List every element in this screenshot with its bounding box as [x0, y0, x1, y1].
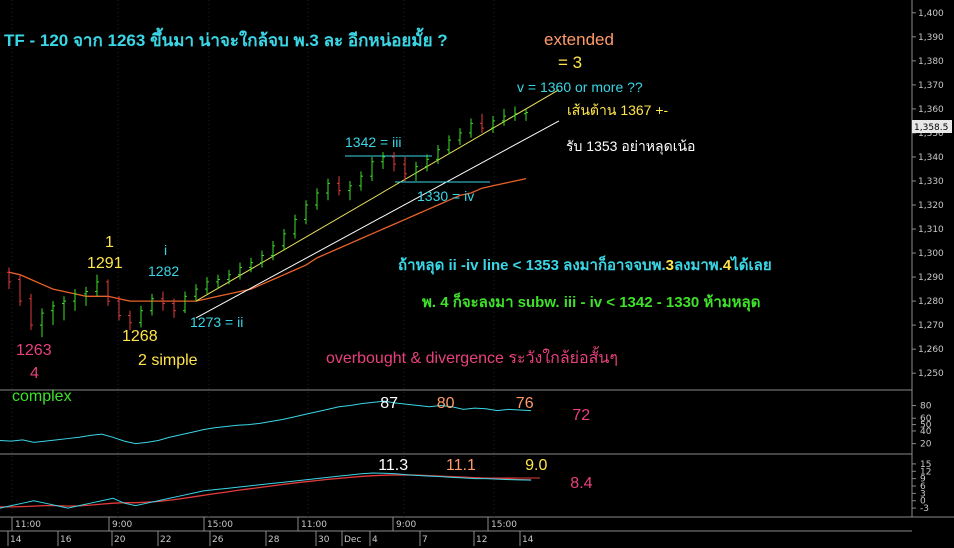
note-ii-iv-part-c: ลงมาพ. — [673, 257, 723, 274]
price-tick-label: 1,250 — [918, 369, 944, 379]
price-tick-label: 1,280 — [918, 297, 944, 307]
ind1-value-label: 80 — [437, 395, 455, 412]
ind1-tick-label: 20 — [920, 440, 932, 450]
ind1-value-label: 72 — [572, 407, 590, 424]
time-label: 11:00 — [301, 520, 327, 530]
time-label: 11:00 — [15, 520, 41, 530]
ind1-value-label: 87 — [380, 395, 398, 412]
annotation-wave-iv: 1330 = iv — [417, 188, 475, 204]
annotation-wave4-value: 1263 — [16, 342, 52, 359]
annotation-wave4-note: complex — [12, 388, 72, 405]
date-label: 26 — [212, 535, 224, 545]
date-label: 7 — [422, 535, 428, 545]
price-tick-label: 1,380 — [918, 57, 944, 67]
date-label: 14 — [522, 535, 534, 545]
ind2-value-label: 8.4 — [570, 475, 592, 492]
price-tick-label: 1,290 — [918, 273, 944, 283]
date-label: 28 — [268, 535, 280, 545]
annotation-wave-iii: 1342 = iii — [345, 134, 402, 150]
annotation-wave-ii: 1273 = ii — [190, 314, 244, 330]
time-label: 9:00 — [396, 520, 416, 530]
annotation-v-target: v = 1360 or more ?? — [517, 79, 643, 95]
annotation-resistance: เส้นต้าน 1367 +- — [567, 102, 669, 118]
price-tick-label: 1,360 — [918, 105, 944, 115]
ind1-value-label: 76 — [516, 395, 534, 412]
date-label: 4 — [372, 535, 378, 545]
ind2-tick-label: -3 — [920, 504, 929, 514]
price-tick-label: 1,400 — [918, 9, 944, 19]
date-label: 14 — [10, 535, 22, 545]
date-label: Dec — [344, 535, 361, 545]
date-label: 12 — [476, 535, 487, 545]
note-ii-iv-wave4: 4 — [722, 257, 732, 274]
annotation-wave2-number: 2 simple — [138, 352, 198, 369]
price-tick-label: 1,310 — [918, 225, 944, 235]
price-tick-label: 1,300 — [918, 249, 944, 259]
annotation-wave1-label: 1 — [105, 234, 114, 251]
last-price-marker: 1,358.5 — [912, 120, 952, 133]
annotation-wave4-label: 4 — [30, 365, 39, 382]
ind1-tick-label: 80 — [920, 402, 932, 412]
annotation-overbought-note: overbought & divergence ระวังใกล้ย่อสั้น… — [326, 350, 618, 367]
date-label: 20 — [114, 535, 126, 545]
chart-canvas: 1,250 1,260 1,270 1,280 1,290 1,300 1,310 1,320… — [0, 0, 954, 548]
time-label: 9:00 — [112, 520, 132, 530]
ind1-tick-label: 40 — [920, 427, 932, 437]
price-tick-label: 1,390 — [918, 33, 944, 43]
note-ii-iv-part-e: ได้เลย — [731, 257, 772, 274]
note-ii-iv-wave3: 3 — [665, 257, 674, 274]
annotation-wave4-subwave-note: พ. 4 ก็จะลงมา subw. iii - iv < 1342 - 13… — [422, 294, 761, 311]
date-label: 16 — [60, 535, 72, 545]
ind2-value-label: 11.1 — [446, 457, 476, 474]
annotation-wave1-value: 1291 — [87, 255, 123, 272]
annotation-extended: extended — [544, 30, 614, 49]
annotation-ii-iv-line-note: ถ้าหลุด ii -iv line < 1353 ลงมาก็อาจจบพ.… — [398, 258, 772, 273]
chart-title: TF - 120 จาก 1263 ขึ้นมา น่าจะใกล้จบ พ.3… — [4, 31, 448, 50]
annotation-wave2-note: 2 simple — [138, 353, 198, 369]
price-tick-label: 1,270 — [918, 321, 944, 331]
last-price-label: 1,358.5 — [914, 123, 948, 133]
price-tick-label: 1,260 — [918, 345, 944, 355]
price-tick-label: 1,320 — [918, 201, 944, 211]
ind2-value-label: 11.3 — [378, 457, 408, 474]
price-tick-label: 1,340 — [918, 153, 944, 163]
annotation-wave-i-value: 1282 — [148, 263, 180, 279]
note-ii-iv-part-a: ถ้าหลุด ii -iv line < 1353 ลงมาก็อาจจบพ. — [398, 257, 666, 274]
date-label: 22 — [160, 535, 171, 545]
annotation-support: รับ 1353 อย่าหลุดเน้อ — [566, 138, 696, 154]
price-tick-label: 1,330 — [918, 177, 944, 187]
ind2-value-label: 9.0 — [525, 457, 547, 474]
time-label: 15:00 — [207, 520, 233, 530]
price-tick-label: 1,370 — [918, 81, 944, 91]
time-label: 15:00 — [491, 520, 517, 530]
date-label: 30 — [318, 535, 330, 545]
annotation-wave-i-label: i — [164, 242, 168, 258]
annotation-wave2-value: 1268 — [122, 328, 158, 345]
annotation-eq3: = 3 — [558, 53, 583, 72]
